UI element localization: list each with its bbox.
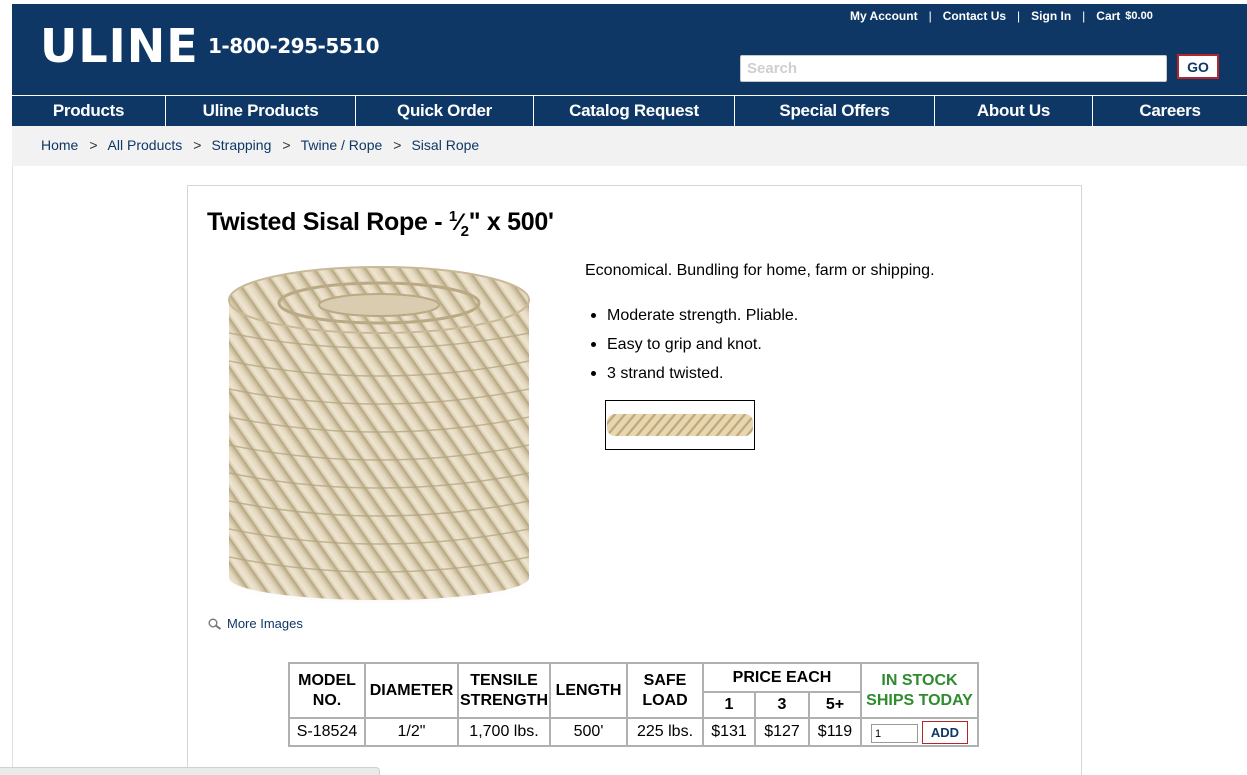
cell-price-1: $131: [702, 717, 756, 747]
fraction-denominator: 2: [460, 222, 469, 240]
list-item: 3 strand twisted.: [585, 359, 798, 388]
column-header-safe-load: SAFE LOAD: [626, 662, 704, 719]
phone-number: 1-800-295-5510: [208, 34, 379, 58]
header-line: MODEL: [298, 671, 356, 689]
cell-tensile: 1,700 lbs.: [457, 717, 551, 747]
breadcrumb-separator: >: [193, 137, 202, 153]
search-input[interactable]: [740, 55, 1167, 82]
bullet-dot: [591, 342, 596, 347]
more-images-label[interactable]: More Images: [227, 616, 303, 631]
add-to-cart-button[interactable]: ADD: [922, 720, 968, 744]
top-links: My Account | Contact Us | Sign In | Cart…: [850, 9, 1153, 23]
column-header-price-each: PRICE EACH: [702, 662, 862, 693]
nav-products[interactable]: Products: [12, 96, 166, 126]
divider: |: [928, 9, 932, 23]
nav-quick-order[interactable]: Quick Order: [356, 96, 534, 126]
column-header-diameter: DIAMETER: [364, 662, 459, 719]
nav-about-us[interactable]: About Us: [935, 96, 1093, 126]
cell-diameter: 1/2": [364, 717, 459, 747]
breadcrumb-sisal-rope[interactable]: Sisal Rope: [411, 137, 479, 153]
header-line: SHIPS TODAY: [866, 691, 973, 709]
rope-strand-image: [607, 414, 753, 436]
breadcrumb-strapping[interactable]: Strapping: [211, 137, 271, 153]
cell-add-to-cart: ADD: [860, 717, 979, 747]
feature-text: Easy to grip and knot.: [607, 335, 762, 353]
cell-price-5plus: $119: [808, 717, 862, 747]
breadcrumb-separator: >: [89, 137, 98, 153]
breadcrumb-all-products[interactable]: All Products: [108, 137, 183, 153]
cart-link[interactable]: Cart: [1096, 9, 1120, 23]
list-item: Moderate strength. Pliable.: [585, 301, 798, 330]
nav-special-offers[interactable]: Special Offers: [735, 96, 935, 126]
title-text: Twisted Sisal Rope -: [207, 208, 443, 236]
cell-model: S-18524: [288, 717, 366, 747]
title-fraction: 1⁄2: [448, 208, 469, 240]
breadcrumb-separator: >: [282, 137, 291, 153]
price-tier-3: 3: [754, 691, 810, 719]
rope-coil-image[interactable]: [224, 263, 554, 613]
horizontal-scrollbar[interactable]: [0, 767, 380, 775]
feature-text: Moderate strength. Pliable.: [607, 306, 799, 324]
list-item: Easy to grip and knot.: [585, 330, 798, 359]
bullet-dot: [591, 313, 596, 318]
feature-text: 3 strand twisted.: [607, 364, 724, 382]
bullet-dot: [591, 371, 596, 376]
nav-catalog-request[interactable]: Catalog Request: [534, 96, 735, 126]
cart-amount: $0.00: [1125, 10, 1153, 22]
main-nav: Products Uline Products Quick Order Cata…: [12, 96, 1247, 126]
search-go-button[interactable]: GO: [1177, 54, 1219, 79]
cell-length: 500': [549, 717, 628, 747]
breadcrumb: Home > All Products > Strapping > Twine …: [41, 137, 479, 153]
feature-list: Moderate strength. Pliable. Easy to grip…: [585, 301, 798, 388]
fraction-numerator: 1: [448, 208, 457, 225]
my-account-link[interactable]: My Account: [850, 9, 918, 23]
page-left-border: [12, 166, 13, 775]
contact-us-link[interactable]: Contact Us: [943, 9, 1006, 23]
title-dimensions: " x 500': [468, 208, 554, 236]
sign-in-link[interactable]: Sign In: [1031, 9, 1071, 23]
column-header-model: MODEL NO.: [288, 662, 366, 719]
column-header-length: LENGTH: [549, 662, 628, 719]
rope-detail-thumbnail[interactable]: [605, 400, 755, 450]
uline-logo[interactable]: ULINE: [40, 20, 199, 72]
nav-uline-products[interactable]: Uline Products: [166, 96, 356, 126]
breadcrumb-separator: >: [393, 137, 402, 153]
product-description: Economical. Bundling for home, farm or s…: [585, 262, 935, 279]
site-header: ULINE 1-800-295-5510 My Account | Contac…: [12, 4, 1247, 95]
header-line: TENSILE: [470, 671, 538, 689]
cell-safe-load: 225 lbs.: [626, 717, 704, 747]
header-line: STRENGTH: [460, 691, 548, 709]
column-header-tensile: TENSILE STRENGTH: [457, 662, 551, 719]
nav-careers[interactable]: Careers: [1093, 96, 1247, 126]
header-line: IN STOCK: [881, 671, 958, 689]
breadcrumb-home[interactable]: Home: [41, 137, 78, 153]
cell-price-3: $127: [754, 717, 810, 747]
quantity-input[interactable]: [871, 724, 918, 743]
column-header-stock: IN STOCK SHIPS TODAY: [860, 662, 979, 719]
divider: |: [1017, 9, 1021, 23]
more-images-link[interactable]: More Images: [208, 616, 303, 631]
divider: |: [1082, 9, 1086, 23]
spec-table: MODEL NO. DIAMETER TENSILE STRENGTH LENGTH…: [288, 662, 979, 747]
price-tier-1: 1: [702, 691, 756, 719]
breadcrumb-twine-rope[interactable]: Twine / Rope: [301, 137, 383, 153]
header-line: NO.: [312, 691, 342, 709]
magnifier-icon: [208, 618, 222, 630]
price-tier-5plus: 5+: [808, 691, 862, 719]
breadcrumb-bar: Home > All Products > Strapping > Twine …: [12, 126, 1247, 166]
table-row: S-18524 1/2" 1,700 lbs. 500' 225 lbs. $1…: [288, 717, 979, 747]
header-line: LOAD: [642, 691, 688, 709]
product-title: Twisted Sisal Rope - 1⁄2" x 500': [207, 208, 554, 240]
header-line: SAFE: [643, 671, 687, 689]
